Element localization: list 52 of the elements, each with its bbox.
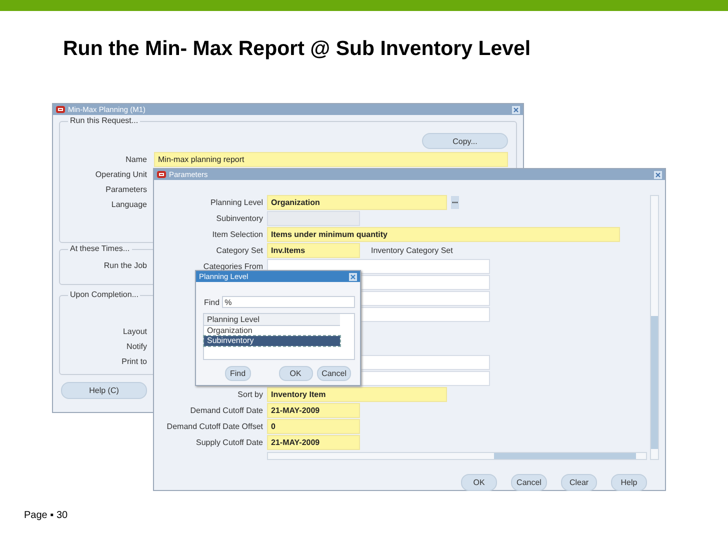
dialog-button[interactable]: Find: [225, 366, 251, 381]
field-label: Name: [124, 155, 148, 164]
vertical-scrollbar[interactable]: [650, 195, 659, 460]
name-field[interactable]: Min-max planning report: [154, 152, 508, 167]
input-field[interactable]: 21-MAY-2009: [267, 402, 360, 418]
field-label: Category Set: [215, 246, 263, 254]
dialog-button[interactable]: OK: [461, 474, 497, 491]
input-field[interactable]: Organization: [267, 194, 447, 210]
copy-button[interactable]: Copy...: [422, 133, 508, 149]
field-label: Demand Cutoff Date: [189, 406, 263, 414]
group-heading: Run this Request...: [68, 116, 140, 125]
field-label: Demand Cutoff Date Offset: [166, 422, 263, 430]
group-heading: At these Times...: [68, 244, 132, 253]
dialog-button[interactable]: Clear: [561, 474, 597, 491]
field-label: Notify: [126, 342, 148, 351]
list-item[interactable]: Organization: [204, 326, 340, 336]
dialog-button[interactable]: Help: [611, 474, 647, 491]
field-label: Operating Unit: [94, 170, 148, 179]
input-field[interactable]: Inv.Items: [267, 242, 360, 258]
field-label: Language: [110, 200, 148, 209]
field-label: Subinventory: [215, 214, 263, 222]
input-field[interactable]: Items under minimum quantity: [267, 226, 620, 242]
field-label: Planning Level: [210, 198, 263, 206]
group-heading: Upon Completion...: [68, 290, 140, 299]
field-label: Sort by: [236, 390, 263, 398]
help-button[interactable]: Help (C): [61, 382, 147, 399]
dialog-button[interactable]: Cancel: [511, 474, 547, 491]
field-label: Layout: [122, 327, 148, 336]
close-icon[interactable]: [654, 170, 662, 178]
horizontal-scrollbar[interactable]: [267, 452, 647, 460]
find-field[interactable]: %: [222, 296, 355, 308]
ellipsis-icon[interactable]: [451, 196, 459, 208]
field-label: Supply Cutoff Date: [194, 438, 263, 446]
input-field[interactable]: 21-MAY-2009: [267, 434, 360, 450]
input-field[interactable]: 0: [267, 418, 360, 434]
list-item[interactable]: Subinventory: [204, 336, 340, 346]
dialog-button[interactable]: Cancel: [316, 366, 352, 381]
field-label: Print to: [120, 357, 148, 366]
input-field[interactable]: Inventory Item: [267, 386, 447, 402]
column-header: Planning Level: [204, 314, 340, 326]
dialog-button[interactable]: OK: [278, 366, 313, 381]
close-icon[interactable]: [512, 106, 520, 114]
field-label: Run the Job: [102, 261, 148, 270]
close-icon[interactable]: [349, 272, 357, 280]
input-field[interactable]: [267, 258, 490, 274]
field-label: Categories From: [202, 262, 263, 270]
field-label: Parameters: [104, 185, 148, 194]
field-label: Find: [204, 298, 220, 306]
slide-title: Run the Min- Max Report @ Sub Inventory Level: [63, 37, 531, 61]
page-number: Page ▪ 30: [24, 510, 68, 521]
field-description: Inventory Category Set: [371, 246, 453, 254]
field-label: Item Selection: [211, 230, 263, 238]
